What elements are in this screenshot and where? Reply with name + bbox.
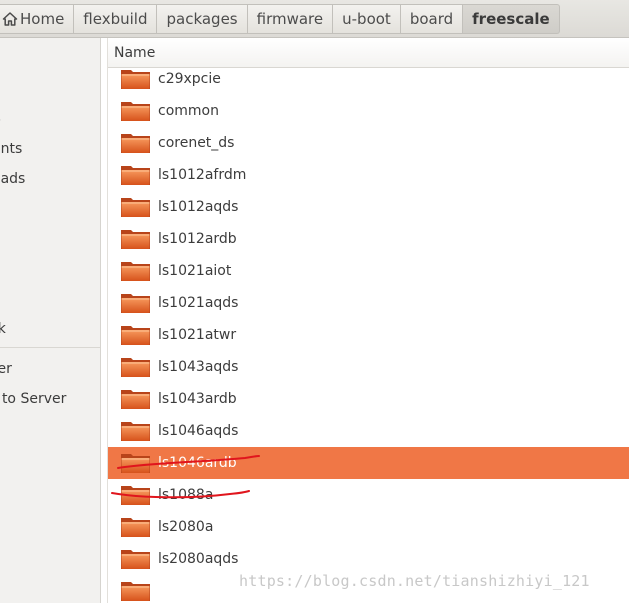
folder-icon — [121, 550, 150, 569]
file-list: Name c29xpcie common corenet_ds ls1012afrdm… — [107, 38, 629, 603]
file-row[interactable]: ls1021aqds — [108, 287, 629, 319]
file-name: ls1012ardb — [158, 231, 237, 247]
file-name: ls2080a — [158, 519, 214, 535]
folder-icon — [121, 454, 150, 473]
folder-icon — [121, 390, 150, 409]
path-bar: Home flexbuild packages firmware u-boot … — [0, 0, 629, 38]
places-sidebar: p ents oads s rk ter t to Server — [0, 38, 101, 603]
file-name: ls1046ardb — [158, 455, 237, 471]
file-row[interactable]: ls1012afrdm — [108, 159, 629, 191]
file-row[interactable]: ls1012aqds — [108, 191, 629, 223]
folder-icon — [121, 294, 150, 313]
file-row[interactable]: ls1012ardb — [108, 223, 629, 255]
sidebar-item-desktop[interactable]: p — [0, 110, 1, 130]
file-name: common — [158, 103, 219, 119]
file-name: ls1046aqds — [158, 423, 239, 439]
file-name: ls2080aqds — [158, 551, 239, 567]
file-row[interactable]: ls1046aqds — [108, 415, 629, 447]
path-u-boot-button[interactable]: u-boot — [333, 3, 401, 34]
column-header-label: Name — [114, 44, 156, 61]
file-name: ls1043aqds — [158, 359, 239, 375]
path-u-boot-label: u-boot — [342, 9, 391, 28]
file-row[interactable]: common — [108, 95, 629, 127]
path-packages-button[interactable]: packages — [157, 3, 248, 34]
folder-icon — [121, 326, 150, 345]
sidebar-item-network[interactable]: rk — [0, 319, 6, 339]
sidebar-item-downloads[interactable]: oads — [0, 169, 25, 189]
path-home-label: Home — [20, 9, 65, 28]
folder-icon — [121, 198, 150, 217]
file-row[interactable]: ls2080a — [108, 511, 629, 543]
file-row[interactable]: ls2080aqds — [108, 543, 629, 575]
file-name: ls1088a — [158, 487, 214, 503]
path-firmware-button[interactable]: firmware — [247, 3, 334, 34]
file-row[interactable]: ls1046ardb — [108, 447, 629, 479]
folder-icon — [121, 102, 150, 121]
file-row[interactable]: ls1088a — [108, 479, 629, 511]
file-name: ls1043ardb — [158, 391, 237, 407]
file-name: ls1021aqds — [158, 295, 239, 311]
file-name: ls1012afrdm — [158, 167, 247, 183]
sidebar-item-computer[interactable]: ter — [0, 359, 12, 379]
path-home-button[interactable]: Home — [0, 3, 75, 34]
path-flexbuild-label: flexbuild — [83, 9, 148, 28]
folder-icon — [121, 486, 150, 505]
sidebar-separator — [0, 347, 100, 348]
file-row[interactable]: ls1021aiot — [108, 255, 629, 287]
file-row[interactable]: ls1021atwr — [108, 319, 629, 351]
file-row[interactable]: ls1043ardb — [108, 383, 629, 415]
path-board-label: board — [409, 9, 454, 28]
home-icon — [2, 11, 18, 26]
file-row[interactable]: ls1043aqds — [108, 351, 629, 383]
file-name: ls1021atwr — [158, 327, 237, 343]
folder-icon — [121, 166, 150, 185]
folder-icon — [121, 70, 150, 89]
file-row[interactable]: corenet_ds — [108, 127, 629, 159]
sidebar-item-documents[interactable]: ents — [0, 139, 22, 159]
folder-icon — [121, 422, 150, 441]
path-packages-label: packages — [166, 9, 238, 28]
path-firmware-label: firmware — [256, 9, 324, 28]
path-flexbuild-button[interactable]: flexbuild — [74, 3, 158, 34]
file-rows: c29xpcie common corenet_ds ls1012afrdm ls101… — [108, 38, 629, 603]
folder-icon — [121, 262, 150, 281]
folder-icon — [121, 134, 150, 153]
path-freescale-button[interactable]: freescale — [463, 3, 560, 34]
file-name: corenet_ds — [158, 135, 235, 151]
folder-icon — [121, 582, 150, 601]
folder-icon — [121, 518, 150, 537]
path-freescale-label: freescale — [472, 9, 550, 28]
path-board-button[interactable]: board — [400, 3, 464, 34]
file-name: ls1021aiot — [158, 263, 232, 279]
folder-icon — [121, 230, 150, 249]
watermark-text: https://blog.csdn.net/tianshizhiyi_121 — [239, 572, 590, 590]
file-name: c29xpcie — [158, 71, 221, 87]
folder-icon — [121, 358, 150, 377]
file-name: ls1012aqds — [158, 199, 239, 215]
sidebar-item-connect-to-server[interactable]: t to Server — [0, 389, 66, 409]
column-header-name[interactable]: Name — [108, 38, 629, 68]
